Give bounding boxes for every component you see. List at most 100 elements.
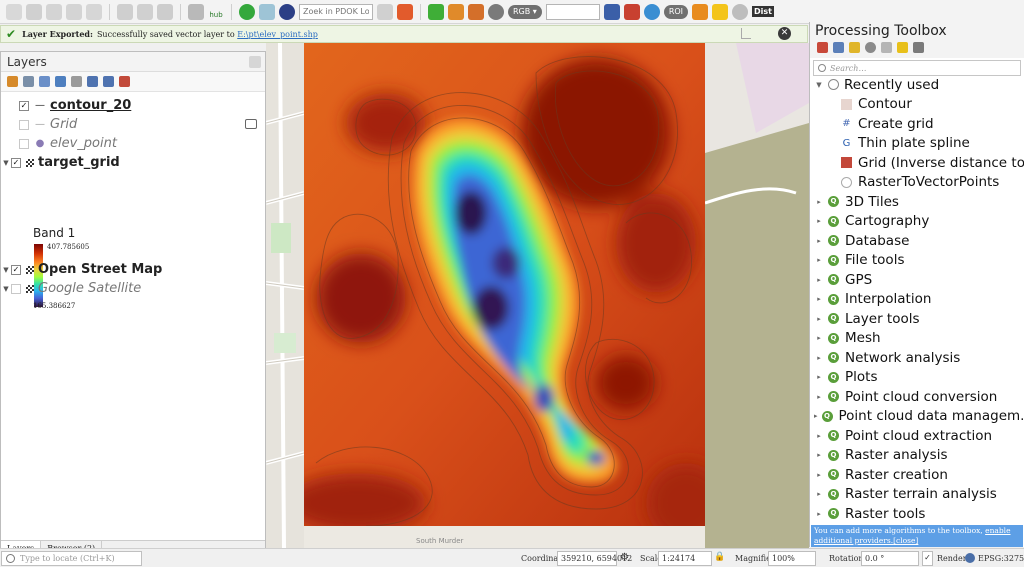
toolbox-group[interactable]: ▸ Q Plots: [810, 368, 1024, 388]
new-project-icon[interactable]: [6, 3, 22, 20]
expand-arrow-icon[interactable]: ▸: [814, 412, 818, 420]
expand-arrow-icon[interactable]: ▸: [814, 393, 824, 401]
toolbox-group[interactable]: ▸ Q Database: [810, 231, 1024, 251]
close-panel-icon[interactable]: [249, 56, 261, 68]
remove-layer-icon[interactable]: [119, 76, 130, 87]
toolbox-group[interactable]: ▸ Q Cartography: [810, 212, 1024, 232]
toolbox-group[interactable]: ▸ Q Point cloud extraction: [810, 426, 1024, 446]
collapse-all-icon[interactable]: [103, 76, 114, 87]
dist-button[interactable]: Dist: [752, 6, 774, 17]
identify-icon[interactable]: [66, 3, 82, 20]
python-icon[interactable]: [849, 42, 860, 53]
toolbox-group[interactable]: ▸ Q Network analysis: [810, 348, 1024, 368]
expand-arrow-icon[interactable]: ▸: [814, 510, 824, 518]
toolbox-algorithm-create-grid[interactable]: # Create grid: [810, 114, 1024, 134]
select-icon[interactable]: [46, 3, 62, 20]
map-canvas[interactable]: South Murder: [266, 43, 809, 548]
refresh-icon[interactable]: [732, 3, 749, 20]
calendar-icon[interactable]: [468, 3, 484, 20]
toolbox-algorithm-thin-plate-spline[interactable]: G Thin plate spline: [810, 134, 1024, 154]
pdok-search-input[interactable]: [299, 3, 373, 20]
scale-field[interactable]: 1:24174: [658, 551, 712, 566]
pdok-icon[interactable]: [279, 3, 295, 20]
layer-row-target-grid[interactable]: ▼ ✓ target_grid: [1, 153, 265, 172]
share-icon[interactable]: [239, 3, 255, 20]
filter-icon[interactable]: [55, 76, 66, 87]
expand-arrow-icon[interactable]: ▸: [814, 276, 824, 284]
expand-arrow-icon[interactable]: ▸: [814, 451, 824, 459]
toolbox-search-input[interactable]: Search…: [813, 60, 1021, 76]
zoom-icon[interactable]: [643, 3, 660, 20]
roi-button[interactable]: ROI: [663, 4, 689, 19]
toolbox-algorithm-grid-idw[interactable]: Grid (Inverse distance to ...: [810, 153, 1024, 173]
layer-row-contour[interactable]: ✓ — contour_20: [1, 96, 265, 115]
layer-checkbox[interactable]: ✓: [11, 157, 21, 168]
layer-row-elev-point[interactable]: ● elev_point: [1, 134, 265, 153]
node-tool-icon[interactable]: [157, 3, 173, 20]
render-checkbox[interactable]: ✓: [922, 551, 933, 566]
add-layer-icon[interactable]: [26, 3, 42, 20]
history-icon[interactable]: [865, 42, 876, 53]
expand-arrow-icon[interactable]: ▸: [814, 295, 824, 303]
message-file-link[interactable]: E:\pt\elev_point.shp: [237, 30, 318, 39]
layer-row-grid[interactable]: — Grid: [1, 115, 265, 134]
toolbox-algorithm-contour[interactable]: Contour: [810, 95, 1024, 115]
expand-arrow-icon[interactable]: ▸: [814, 237, 824, 245]
band-select[interactable]: [545, 3, 600, 20]
toggle-extents-icon[interactable]: ⚙: [620, 552, 632, 564]
toolbox-group[interactable]: ▸ Q Raster terrain analysis: [810, 485, 1024, 505]
toolbox-group[interactable]: ▸ Q Layer tools: [810, 309, 1024, 329]
layers-stack-icon[interactable]: [259, 3, 275, 20]
hub-button[interactable]: hub: [208, 3, 224, 21]
expression-filter-icon[interactable]: [71, 76, 82, 87]
clear-search-icon[interactable]: [377, 3, 393, 20]
models-icon[interactable]: [817, 42, 828, 53]
expand-arrow-icon[interactable]: ▸: [814, 471, 824, 479]
crs-label[interactable]: EPSG:32751: [978, 554, 1024, 563]
plugin-shield-icon[interactable]: [188, 3, 204, 20]
rotation-field[interactable]: 0.0 °: [861, 551, 919, 566]
expand-arrow-icon[interactable]: ▸: [814, 198, 824, 206]
crs-globe-icon[interactable]: [965, 553, 975, 563]
collapse-arrow-icon[interactable]: ▼: [1, 159, 11, 167]
expand-message-icon[interactable]: [741, 28, 751, 39]
expand-all-icon[interactable]: [87, 76, 98, 87]
zoom-green-icon[interactable]: [428, 3, 444, 20]
collapse-arrow-icon[interactable]: ▼: [814, 81, 824, 89]
layer-row-google-satellite[interactable]: ▼ Google Satellite: [1, 279, 265, 298]
filter-indicator-icon[interactable]: [245, 119, 257, 129]
toolbox-group[interactable]: ▸ Q Raster tools: [810, 504, 1024, 524]
add-group-icon[interactable]: [23, 76, 34, 87]
toolbox-algorithm-raster-to-vector-points[interactable]: RasterToVectorPoints: [810, 173, 1024, 193]
toolbox-group[interactable]: ▸ Q Raster creation: [810, 465, 1024, 485]
coordinate-field[interactable]: 359210, 6594012: [557, 551, 632, 566]
scripts-icon[interactable]: [833, 42, 844, 53]
toolbox-group[interactable]: ▸ Q Point cloud data managem...: [810, 407, 1024, 427]
expand-arrow-icon[interactable]: ▸: [814, 490, 824, 498]
expand-arrow-icon[interactable]: ▸: [814, 354, 824, 362]
edit-icon[interactable]: [117, 3, 133, 20]
collapse-arrow-icon[interactable]: ▼: [1, 285, 11, 293]
stretch-icon[interactable]: [623, 3, 640, 20]
toolbox-group[interactable]: ▸ Q GPS: [810, 270, 1024, 290]
expand-arrow-icon[interactable]: ▸: [814, 432, 824, 440]
histogram-icon[interactable]: [603, 3, 620, 20]
layer-checkbox[interactable]: ✓: [11, 264, 21, 275]
magnifier-field[interactable]: 100%: [768, 551, 816, 566]
close-message-icon[interactable]: ✕: [778, 27, 791, 40]
expand-arrow-icon[interactable]: ▸: [814, 334, 824, 342]
visibility-icon[interactable]: [39, 76, 50, 87]
rgb-band-selector[interactable]: RGB ▾: [508, 4, 542, 19]
lock-scale-icon[interactable]: 🔒: [714, 552, 726, 564]
add-plus-icon[interactable]: [712, 3, 729, 20]
toolbox-group[interactable]: ▸ Q Interpolation: [810, 290, 1024, 310]
digitize-icon[interactable]: [137, 3, 153, 20]
results-icon[interactable]: [881, 42, 892, 53]
expand-arrow-icon[interactable]: ▸: [814, 373, 824, 381]
toolbox-group[interactable]: ▸ Q Raster analysis: [810, 446, 1024, 466]
point-sampling-icon[interactable]: [397, 3, 413, 20]
pan-icon[interactable]: [86, 3, 102, 20]
layer-checkbox[interactable]: [19, 119, 29, 130]
expand-arrow-icon[interactable]: ▸: [814, 315, 824, 323]
magnifier-icon[interactable]: [488, 3, 504, 20]
